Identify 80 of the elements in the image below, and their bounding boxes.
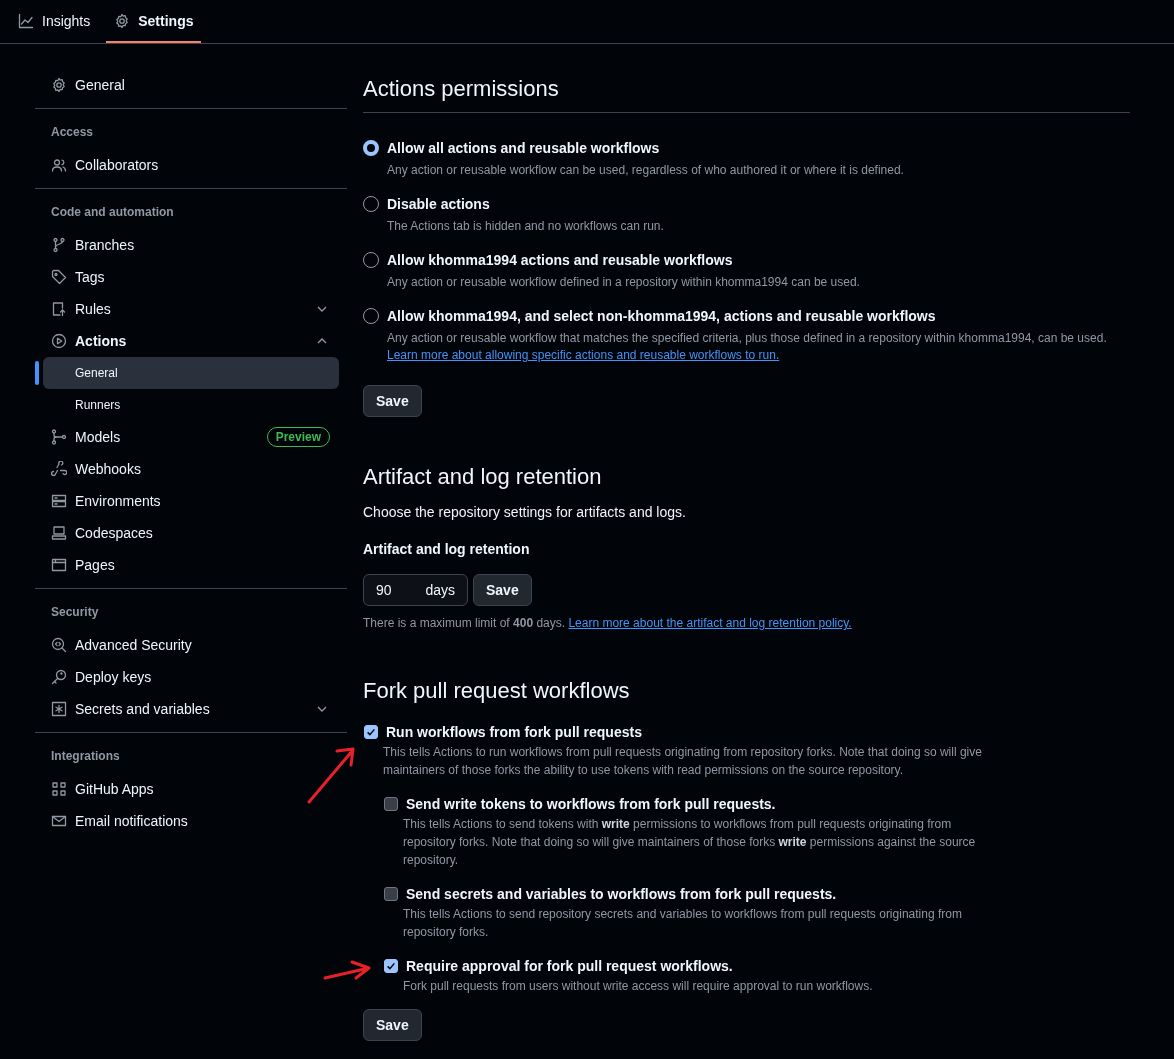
nav-tab[interactable]: Settings [106, 0, 202, 43]
gear-icon [51, 77, 67, 93]
option-description: This tells Actions to run workflows from pull requests originating from repository forks. Note that doing so will give maintainers of those forks the ability to use tokens with read permissions on the source repository. [383, 744, 983, 779]
sidebar-item[interactable]: Tags [43, 261, 339, 293]
option-description: Any action or reusable workflow defined in a repository within khomma1994 can be used. [387, 274, 861, 291]
sidebar-item[interactable]: GitHub Apps [43, 773, 339, 805]
server-icon [51, 493, 67, 509]
tag-icon [51, 269, 67, 285]
play-icon [51, 333, 67, 349]
option-label: Send secrets and variables to workflows from fork pull requests. [406, 886, 837, 902]
section-title: Actions permissions [363, 74, 1130, 113]
sidebar-item[interactable]: Collaborators [43, 149, 339, 181]
learn-more-link[interactable]: Learn more about allowing specific actions and reusable workflows to run. [387, 347, 1130, 364]
sidebar-item[interactable]: Secrets and variables [43, 693, 339, 725]
option-description: Fork pull requests from users without write access will require approval to run workflows. [403, 978, 874, 995]
retention-policy-link[interactable]: Learn more about the artifact and log retention policy. [568, 616, 852, 630]
field-label: Artifact and log retention [363, 540, 531, 559]
sidebar-item[interactable]: Branches [43, 229, 339, 261]
checkmark-icon [365, 726, 377, 738]
webhook-icon [51, 461, 67, 477]
checkmark-icon [385, 960, 397, 972]
option-description: This tells Actions to send repository secrets and variables to workflows from pull requests originating from repository forks. [403, 906, 963, 941]
mail-icon [51, 813, 67, 829]
option-label: Run workflows from fork pull requests [386, 724, 642, 740]
code-search-icon [51, 637, 67, 653]
nodes-icon [51, 429, 67, 445]
section-heading: Code and automation [50, 204, 175, 221]
option-description: This tells Actions to send tokens with write permissions to workflows from pull requests originating from repository forks. Note that doing so will give maintainers of those forks write permissions against the source repository. [403, 816, 977, 869]
document-arrow-icon [51, 301, 67, 317]
option-description: Any action or reusable workflow that matches the specified criteria, plus those defined in a repository within khomma1994, can be used. [387, 330, 1108, 347]
sidebar-item[interactable]: Actions [43, 325, 339, 357]
sidebar-item[interactable]: Rules [43, 293, 339, 325]
settings-icon [114, 12, 131, 29]
days-input[interactable]: 90 [376, 582, 416, 598]
radio-button[interactable] [363, 140, 379, 156]
apps-icon [51, 781, 67, 797]
sidebar-item[interactable]: Email notifications [43, 805, 339, 837]
save-button[interactable]: Save [473, 574, 532, 606]
save-button[interactable]: Save [363, 1009, 422, 1041]
sidebar-item[interactable]: Pages [43, 549, 339, 581]
sidebar-item[interactable]: Webhooks [43, 453, 339, 485]
key-icon [51, 669, 67, 685]
people-icon [51, 157, 67, 173]
graph-icon [18, 12, 34, 29]
sidebar-subitem[interactable]: Runners [43, 389, 339, 421]
save-button[interactable]: Save [363, 385, 422, 417]
section-heading: Access [50, 124, 95, 141]
option-label: Send write tokens to workflows from fork pull requests. [406, 796, 776, 812]
laptop-icon [51, 525, 67, 541]
checkbox[interactable] [384, 797, 398, 811]
option-description: Any action or reusable workflow can be used, regardless of who authored it or where it is defined. [387, 162, 905, 179]
checkbox[interactable] [384, 959, 398, 973]
sidebar-subitem[interactable]: General [43, 357, 339, 389]
section-heading: Integrations [50, 748, 121, 765]
branch-icon [51, 237, 67, 253]
option-label: Allow all actions and reusable workflows [387, 140, 660, 156]
browser-icon [51, 557, 67, 573]
sidebar-item[interactable]: General [43, 69, 339, 101]
section-title: Artifact and log retention [363, 463, 603, 491]
section-heading: Security [50, 604, 100, 621]
checkbox[interactable] [384, 887, 398, 901]
option-label: Allow khomma1994 actions and reusable workflows [387, 252, 733, 268]
active-indicator [35, 361, 39, 385]
sidebar-item[interactable]: Codespaces [43, 517, 339, 549]
option-label: Require approval for fork pull request workflows. [406, 958, 733, 974]
asterisk-square-icon [51, 701, 67, 717]
sidebar-item[interactable]: Deploy keys [43, 661, 339, 693]
retention-days-field[interactable]: 90 days [363, 574, 468, 606]
option-description: The Actions tab is hidden and no workflows can run. [387, 218, 665, 235]
sidebar-item[interactable]: Environments [43, 485, 339, 517]
unit-label: days [425, 582, 455, 598]
nav-tab[interactable]: Insights [10, 0, 99, 43]
sidebar-item[interactable]: Advanced Security [43, 629, 339, 661]
section-description: Choose the repository settings for artifacts and logs. [363, 503, 687, 522]
checkbox[interactable] [364, 725, 378, 739]
option-label: Allow khomma1994, and select non-khomma1994, actions and reusable workflows [387, 308, 936, 324]
section-title: Fork pull request workflows [363, 677, 631, 705]
sidebar-item[interactable]: Models Preview [43, 421, 339, 453]
retention-note: There is a maximum limit of 400 days. Learn more about the artifact and log retention policy. [363, 615, 853, 631]
option-label: Disable actions [387, 196, 490, 212]
